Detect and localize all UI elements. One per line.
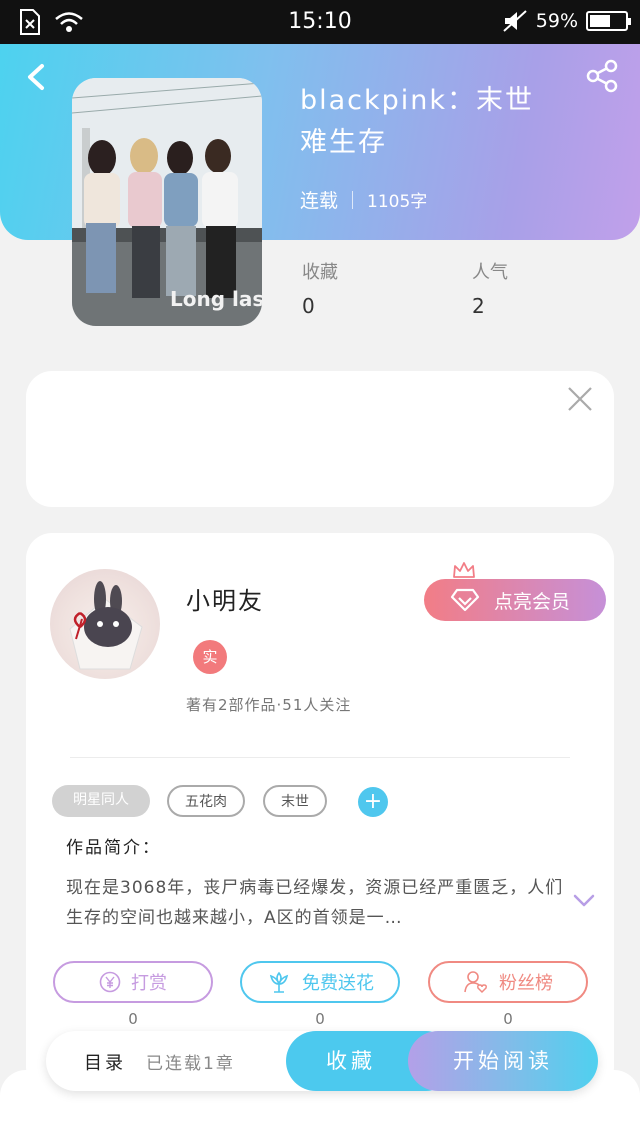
- favorites-label: 收藏: [302, 262, 338, 283]
- author-name[interactable]: 小明友: [186, 581, 264, 616]
- close-icon[interactable]: [566, 385, 594, 413]
- bottom-bar: 目录 已连载1章 收藏 开始阅读: [46, 1031, 598, 1091]
- share-button[interactable]: [584, 58, 620, 94]
- mute-icon: [503, 10, 527, 32]
- fan-ranking-label: 粉丝榜: [499, 973, 553, 994]
- free-flower-button[interactable]: 免费送花: [240, 961, 400, 1003]
- ad-card: [26, 371, 614, 507]
- tag-pork-belly[interactable]: 五花肉: [167, 785, 245, 817]
- fan-ranking-button[interactable]: 粉丝榜: [428, 961, 588, 1003]
- toc-button[interactable]: 目录: [84, 1049, 126, 1075]
- popularity-label: 人气: [472, 262, 508, 283]
- back-button[interactable]: [18, 62, 54, 92]
- tip-button[interactable]: 打赏: [53, 961, 213, 1003]
- serial-status: 连载: [300, 190, 339, 212]
- cover-text: Long lasting: [170, 287, 262, 311]
- tip-label: 打赏: [131, 973, 167, 994]
- cover-image: Long lasting: [72, 78, 262, 326]
- vip-label: 点亮会员: [494, 590, 571, 613]
- rabbit-avatar-image: [69, 581, 143, 670]
- word-count: 1105字: [367, 192, 428, 212]
- battery-icon: [586, 11, 631, 31]
- meta-divider: [352, 190, 354, 209]
- status-icons-right: 59%: [502, 9, 631, 33]
- popularity-value: 2: [472, 294, 485, 318]
- fan-user-icon: [464, 971, 487, 994]
- favorites-value: 0: [302, 294, 315, 318]
- avatar[interactable]: [50, 569, 160, 679]
- book-cover[interactable]: Long lasting: [72, 78, 262, 326]
- flower-icon: [269, 971, 289, 993]
- start-reading-button[interactable]: 开始阅读: [408, 1031, 598, 1091]
- intro-text[interactable]: 现在是3068年，丧尸病毒已经爆发，资源已经严重匮乏，人们生存的空间也越来越小，…: [66, 873, 566, 933]
- diamond-icon: [450, 588, 480, 612]
- tag-celebrity-fanfic[interactable]: 明星同人: [52, 785, 150, 817]
- chapters-label[interactable]: 已连载1章: [146, 1049, 235, 1074]
- verified-badge: 实: [193, 640, 227, 674]
- book-title: blackpink：末世难生存: [300, 85, 535, 158]
- battery-percent: 59%: [535, 10, 578, 32]
- tag-apocalypse[interactable]: 末世: [263, 785, 327, 817]
- author-card: 小明友 实 著有2部作品·51人关注 点亮会员 明星同人 五花肉 末世 + 作品…: [26, 533, 614, 1093]
- flower-count: 0: [315, 1010, 325, 1028]
- add-tag-button[interactable]: +: [358, 787, 388, 817]
- chevron-down-icon[interactable]: [572, 893, 596, 909]
- free-flower-label: 免费送花: [302, 973, 374, 994]
- status-bar: 15:10 59%: [0, 0, 640, 44]
- fan-count: 0: [503, 1010, 513, 1028]
- author-stats: 著有2部作品·51人关注: [186, 696, 352, 714]
- intro-label: 作品简介：: [66, 838, 161, 858]
- yen-icon: [99, 971, 121, 993]
- divider: [70, 757, 570, 758]
- book-meta: 连载 1105字: [300, 186, 427, 213]
- tip-count: 0: [128, 1010, 138, 1028]
- vip-button[interactable]: 点亮会员: [424, 579, 606, 621]
- crown-icon: [453, 562, 475, 578]
